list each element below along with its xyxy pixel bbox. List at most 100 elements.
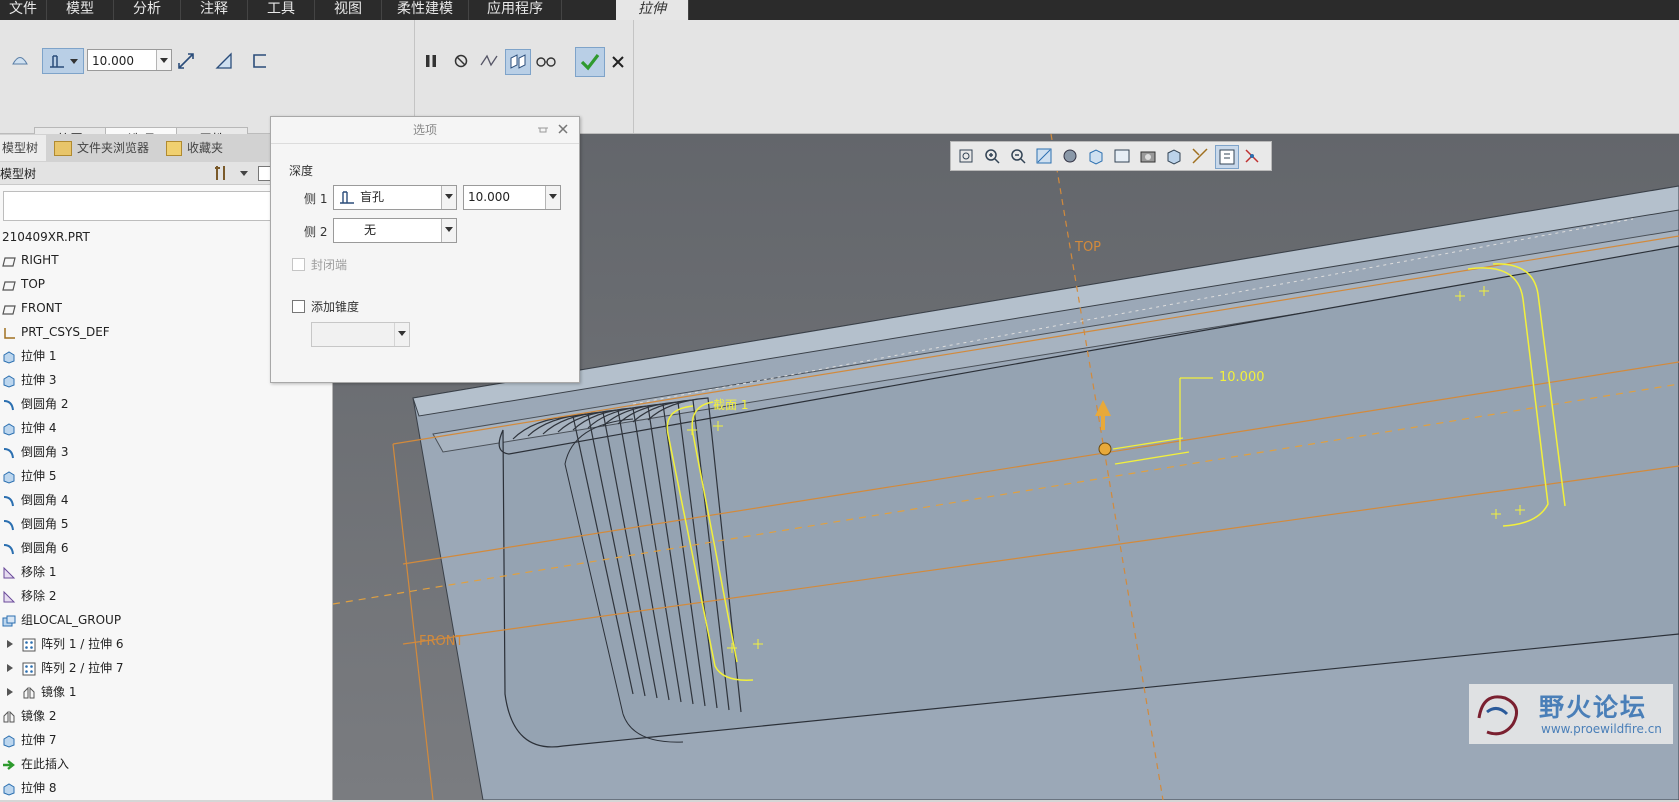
no-preview-button[interactable] [449, 49, 473, 73]
chevron-down-icon[interactable] [240, 171, 248, 176]
pin-icon[interactable] [537, 123, 549, 135]
taper-angle-field[interactable] [311, 322, 410, 347]
csys-icon [2, 326, 16, 340]
menu-tab-annotate[interactable]: 注释 [181, 0, 248, 20]
tree-item[interactable]: 拉伸 7 [2, 730, 56, 750]
round-icon [2, 446, 16, 460]
datum-plane-icon [2, 278, 16, 292]
tab-favorites-label: 收藏夹 [187, 141, 224, 155]
tree-item[interactable]: 在此插入 [2, 754, 69, 774]
tree-item[interactable]: 拉伸 5 [2, 466, 56, 486]
tree-item[interactable]: PRT_CSYS_DEF [2, 322, 110, 342]
menu-tab-flexible-modeling[interactable]: 柔性建模 [382, 0, 469, 20]
side1-depth-type-select[interactable]: 盲孔 [333, 185, 457, 210]
tree-item[interactable]: 移除 1 [2, 562, 56, 582]
tree-item[interactable]: 倒圆角 3 [2, 442, 68, 462]
menu-tab-extrude[interactable]: 拉伸 [616, 0, 689, 20]
display-style-button[interactable] [1059, 145, 1081, 167]
pattern-icon [22, 662, 36, 676]
section-view-button[interactable] [1163, 145, 1185, 167]
tree-root[interactable]: 210409XR.PRT [2, 227, 90, 247]
chevron-down-icon[interactable] [545, 186, 560, 209]
view-manager-button[interactable] [1111, 145, 1133, 167]
tree-item[interactable]: 镜像 2 [2, 706, 56, 726]
tree-item[interactable]: TOP [2, 274, 45, 294]
menu-tab-tools[interactable]: 工具 [248, 0, 315, 20]
tree-item[interactable]: 组LOCAL_GROUP [2, 610, 121, 630]
geometry-preview-icon [510, 54, 526, 69]
verify-button[interactable] [534, 49, 558, 73]
menu-tab-model[interactable]: 模型 [47, 0, 114, 20]
refit-button[interactable] [955, 145, 977, 167]
remove-material-button[interactable] [212, 49, 236, 73]
tree-item[interactable]: 移除 2 [2, 586, 56, 606]
spin-center-button[interactable] [1241, 145, 1263, 167]
tree-item-label: 倒圆角 4 [21, 493, 69, 507]
repaint-button[interactable] [1033, 145, 1055, 167]
saved-orientations-button[interactable] [1085, 145, 1107, 167]
zoom-out-button[interactable] [1007, 145, 1029, 167]
pause-icon [426, 55, 436, 67]
ok-button[interactable] [575, 47, 605, 77]
surface-icon[interactable] [8, 48, 32, 72]
tree-item[interactable]: 倒圆角 4 [2, 490, 68, 510]
drag-handle[interactable] [1098, 442, 1112, 456]
tree-item[interactable]: 倒圆角 2 [2, 394, 68, 414]
solid-toggle-button[interactable] [0, 48, 6, 72]
menu-tab-view[interactable]: 视图 [315, 0, 382, 20]
datum-plane-icon [2, 302, 16, 316]
add-taper-checkbox[interactable] [292, 300, 305, 313]
tree-filter-input[interactable] [3, 191, 271, 221]
pause-button[interactable] [419, 49, 443, 73]
tree-item[interactable]: 阵列 2 / 拉伸 7 [7, 658, 124, 678]
tab-favorites[interactable]: 收藏夹 [164, 135, 246, 161]
tree-item[interactable]: 倒圆角 5 [2, 514, 68, 534]
cancel-button[interactable] [606, 50, 630, 74]
tree-item[interactable]: 拉伸 8 [2, 778, 56, 798]
perspective-button[interactable] [1137, 145, 1159, 167]
close-icon[interactable] [557, 123, 569, 135]
chevron-down-icon[interactable] [394, 323, 409, 346]
chevron-down-icon[interactable] [441, 219, 456, 242]
tab-model-tree[interactable]: 模型树 [0, 135, 46, 161]
dimension-label[interactable]: 10.000 [1219, 370, 1265, 385]
menu-tab-analysis[interactable]: 分析 [114, 0, 181, 20]
menu-tab-file[interactable]: 文件 [0, 0, 47, 20]
flip-direction-button[interactable] [174, 49, 198, 73]
datum-display-button[interactable] [1189, 145, 1211, 167]
tree-item[interactable]: 倒圆角 6 [2, 538, 68, 558]
tree-item[interactable]: 拉伸 4 [2, 418, 56, 438]
zoom-in-icon [985, 149, 1000, 164]
menu-tab-applications[interactable]: 应用程序 [469, 0, 562, 20]
tree-item[interactable]: FRONT [2, 298, 62, 318]
annotation-display-button[interactable] [1215, 145, 1239, 169]
chevron-down-icon[interactable] [156, 50, 171, 70]
thicken-sketch-button[interactable] [248, 49, 272, 73]
side1-depth-value-field[interactable]: 10.000 [463, 185, 561, 210]
extrude-icon [2, 782, 16, 796]
zoom-in-button[interactable] [981, 145, 1003, 167]
tab-folder-browser[interactable]: 文件夹浏览器 [52, 135, 156, 161]
camera-icon [1140, 151, 1156, 163]
expand-arrow-icon[interactable] [7, 688, 13, 696]
tools-icon[interactable] [214, 165, 228, 181]
attached-preview-button[interactable] [477, 49, 501, 73]
watermark-title: 野火论坛 [1539, 693, 1648, 722]
capped-ends-checkbox[interactable] [292, 258, 305, 271]
tree-item-label: 在此插入 [21, 757, 70, 771]
chevron-down-icon[interactable] [441, 186, 456, 209]
side2-depth-type-select[interactable]: 无 [333, 218, 457, 243]
tree-item[interactable]: 拉伸 1 [2, 346, 56, 366]
expand-arrow-icon[interactable] [7, 664, 13, 672]
geometry-preview-button[interactable] [505, 49, 531, 75]
tree-item[interactable]: 拉伸 3 [2, 370, 56, 390]
side1-label: 侧 1 [304, 192, 328, 206]
depth-type-dropdown[interactable] [42, 48, 84, 74]
datum-plane-icon [2, 254, 16, 268]
depth-value-field[interactable]: 10.000 [87, 49, 172, 71]
tree-item[interactable]: RIGHT [2, 250, 59, 270]
tree-item[interactable]: 镜像 1 [7, 682, 76, 702]
expand-arrow-icon[interactable] [7, 640, 13, 648]
remove-material-icon [215, 52, 232, 69]
tree-item[interactable]: 阵列 1 / 拉伸 6 [7, 634, 124, 654]
